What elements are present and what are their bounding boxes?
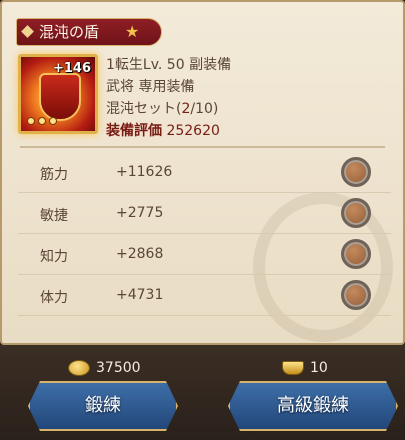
item-plus-level: +146 [52,61,91,76]
set-total: /10 [190,101,213,117]
advanced-forge-button[interactable]: 高級鍛練 [228,381,398,431]
stat-lock-button[interactable] [341,280,371,310]
gold-cost-value: 37500 [96,360,141,376]
item-set: 混沌セット(2/10) [106,98,231,120]
item-info: 1転生Lv. 50 副装備 武将 専用装備 混沌セット(2/10) 装備評価 2… [106,54,231,142]
stat-lock-button[interactable] [341,198,371,228]
set-paren-close: ) [212,101,219,117]
ingot-cost: 10 [282,360,328,376]
item-title-tab: 混沌の盾 ★ [16,18,162,46]
item-class: 武将 専用装備 [106,79,195,95]
stat-value: +4731 [116,287,164,303]
star-icon: ★ [125,22,140,41]
gem-icon [27,117,35,125]
item-icon[interactable]: +146 [18,54,98,134]
stat-lock-button[interactable] [341,239,371,269]
gold-cost: 37500 [68,360,141,376]
gem-icon [49,117,57,125]
stat-value: +2775 [116,205,164,221]
gem-slots [27,117,57,125]
forge-button[interactable]: 鍛練 [28,381,178,431]
stat-name: 体力 [40,290,68,306]
diamond-icon [21,25,34,38]
divider [20,146,385,148]
shield-icon [39,73,81,121]
set-label: 混沌セット [106,101,176,117]
item-rebirth-level: 1転生Lv. 50 副装備 [106,57,232,73]
stat-name: 敏捷 [40,208,68,224]
item-title: 混沌の盾 [39,23,100,41]
score-label: 装備評価 [106,123,162,139]
stat-lock-button[interactable] [341,157,371,187]
ingot-cost-value: 10 [310,360,328,376]
gold-coin-icon [68,360,90,376]
stat-value: +2868 [116,246,164,262]
item-score: 装備評価 252620 [106,120,231,142]
stat-value: +11626 [116,164,173,180]
stat-name: 知力 [40,249,68,265]
gold-ingot-icon [282,361,304,375]
gem-icon [38,117,46,125]
stat-name: 筋力 [40,167,68,183]
equipment-panel: 混沌の盾 ★ +146 1転生Lv. 50 副装備 武将 専用装備 混沌セット(… [0,0,405,345]
score-value: 252620 [166,123,220,139]
stat-row-vitality: 体力 +4731 [18,275,391,316]
stat-list: 筋力 +11626 敏捷 +2775 知力 +2868 体力 +4731 [2,152,403,316]
stat-row-strength: 筋力 +11626 [18,152,391,193]
stat-row-agility: 敏捷 +2775 [18,193,391,234]
stat-row-intelligence: 知力 +2868 [18,234,391,275]
